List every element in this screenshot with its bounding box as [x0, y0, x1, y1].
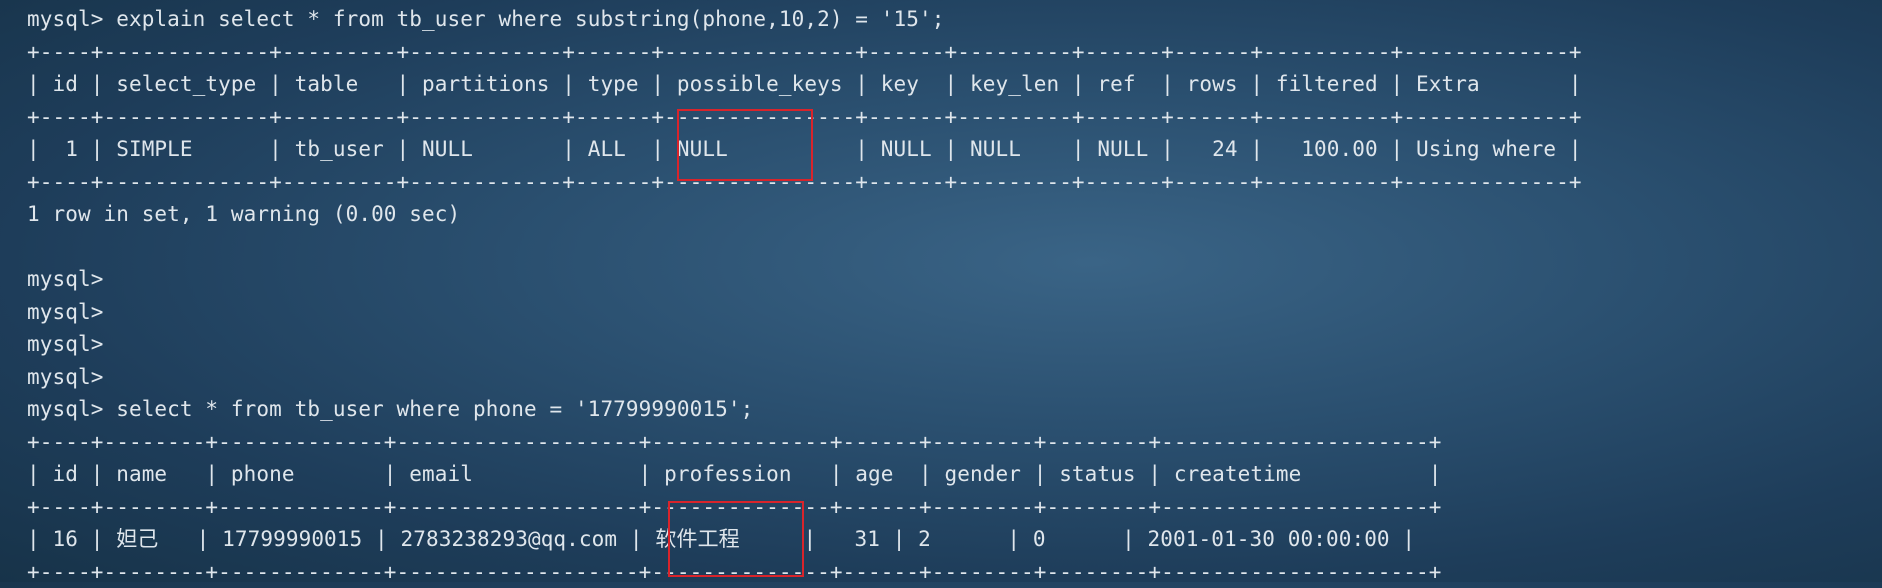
explain-header-row: | id | select_type | table | partitions … — [27, 72, 1582, 96]
prompt-line: mysql> — [27, 300, 104, 324]
terminal-window[interactable]: mysql> explain select * from tb_user whe… — [0, 0, 1882, 584]
result-summary-line: 1 row in set, 1 warning (0.00 sec) — [27, 202, 461, 226]
select-header-row: | id | name | phone | email | profession… — [27, 462, 1442, 486]
table-border-top: +----+--------+-------------+-----------… — [27, 430, 1442, 454]
prompt-line: mysql> — [27, 365, 104, 389]
command-explain-line: mysql> explain select * from tb_user whe… — [27, 7, 945, 31]
prompt-line: mysql> — [27, 267, 104, 291]
table-border-top: +----+-------------+---------+----------… — [27, 40, 1582, 64]
prompt-line: mysql> — [27, 332, 104, 356]
profession-highlight-box — [668, 501, 804, 577]
command-select-line: mysql> select * from tb_user where phone… — [27, 397, 754, 421]
possible-keys-highlight-box — [677, 109, 813, 181]
